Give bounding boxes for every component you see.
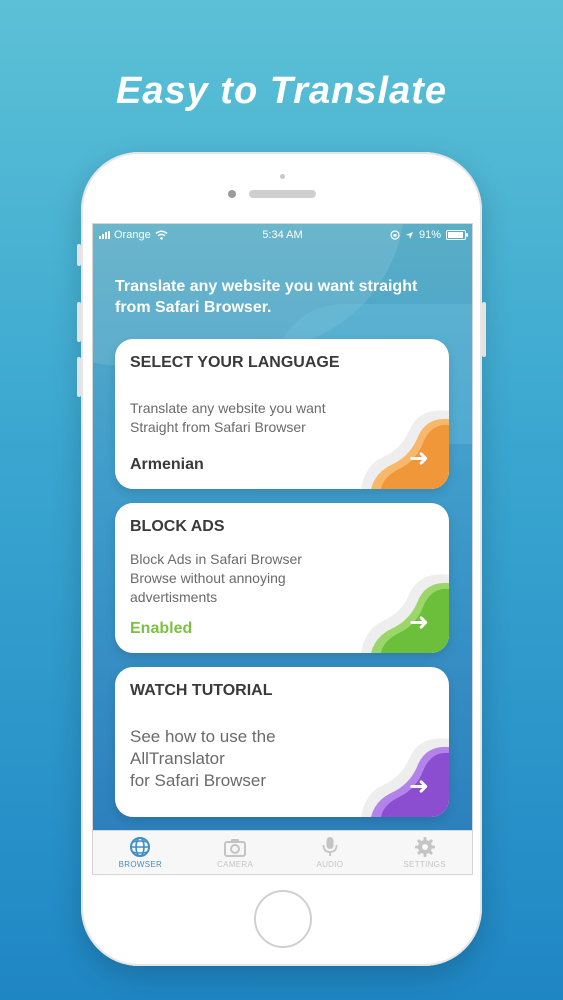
camera-icon [224,839,247,857]
tab-settings[interactable]: SETTINGS [377,831,472,874]
corner-accent [361,410,449,489]
headline: Easy to Translate [115,70,447,112]
arrow-right-icon[interactable]: ➜ [409,775,429,799]
card-description: Block Ads in Safari Browser Browse witho… [130,550,380,607]
corner-accent [361,574,449,653]
arrow-right-icon[interactable]: ➜ [409,447,429,471]
tab-label: AUDIO [316,860,344,869]
intro-text: Translate any website you want straight … [115,278,418,316]
microphone-icon [322,837,338,856]
front-camera [228,190,236,198]
power-button [482,302,486,357]
app-screen: Orange 5:34 AM 91% Translate any website… [92,223,473,875]
tab-label: SETTINGS [403,860,446,869]
card-description-line: AllTranslator [130,749,225,768]
home-button[interactable] [254,890,312,948]
arrow-right-icon[interactable]: ➜ [409,611,429,635]
select-language-card[interactable]: SELECT YOUR LANGUAGE Translate any websi… [115,339,449,489]
globe-icon [130,837,151,857]
card-title: WATCH TUTORIAL [130,682,273,699]
battery-percent: 91% [418,229,441,241]
card-description-line: Straight from Safari Browser [130,419,306,435]
card-description: See how to use the AllTranslator for Saf… [130,726,380,792]
tab-browser[interactable]: BROWSER [93,831,188,874]
location-icon [405,231,414,239]
gear-icon [414,837,435,857]
battery-icon [446,230,468,240]
tab-bar: BROWSER CAMERA AUDIO SETTINGS [93,830,472,874]
proximity-sensor [280,174,285,179]
card-description-line: Browse without annoying [130,570,286,586]
tab-label: CAMERA [217,860,254,869]
earpiece-speaker [249,190,316,198]
card-description-line: Block Ads in Safari Browser [130,551,302,567]
phone-frame: Orange 5:34 AM 91% Translate any website… [77,152,486,966]
card-description-line: advertisments [130,589,218,605]
card-description-line: for Safari Browser [130,771,267,790]
block-ads-card[interactable]: BLOCK ADS Block Ads in Safari Browser Br… [115,503,449,653]
card-description-line: Translate any website you want [130,400,326,416]
card-description: Translate any website you want Straight … [130,399,380,437]
volume-down-button [77,357,81,397]
mute-switch [77,244,81,266]
ad-block-status: Enabled [130,620,193,637]
selected-language: Armenian [130,456,204,473]
volume-up-button [77,302,81,342]
card-title: BLOCK ADS [130,518,225,535]
card-description-line: See how to use the [130,727,276,746]
status-bar: Orange 5:34 AM 91% [93,224,472,246]
tab-camera[interactable]: CAMERA [188,831,283,874]
card-title: SELECT YOUR LANGUAGE [130,354,340,371]
tab-audio[interactable]: AUDIO [283,831,378,874]
orientation-lock-icon [390,230,400,240]
corner-accent [361,738,449,817]
watch-tutorial-card[interactable]: WATCH TUTORIAL See how to use the AllTra… [115,667,449,817]
tab-label: BROWSER [118,860,163,869]
